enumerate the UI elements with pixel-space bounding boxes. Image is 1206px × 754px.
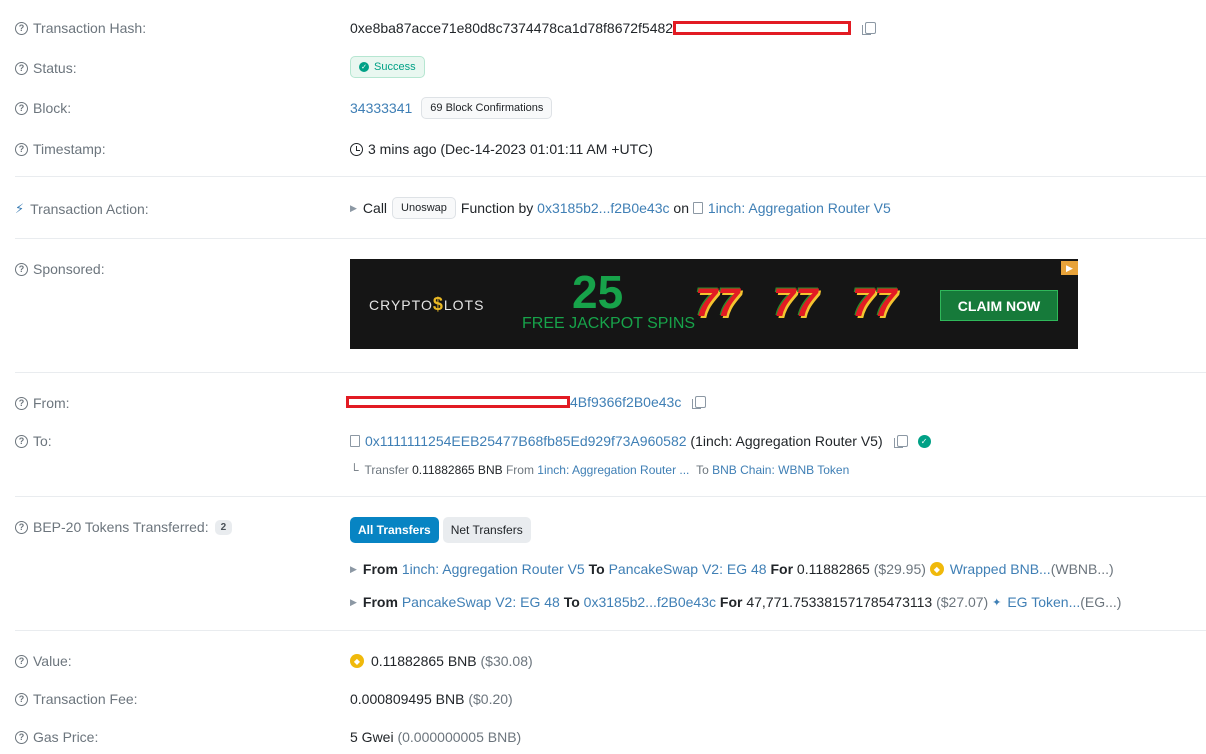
label-sponsored: ? Sponsored: xyxy=(15,261,105,277)
label-transaction-fee: ? Transaction Fee: xyxy=(15,691,138,707)
token-transfer-row: ▶ From PancakeSwap V2: EG 48 To 0x3185b2… xyxy=(350,594,1122,610)
token-to-link[interactable]: 0x3185b2...f2B0e43c xyxy=(584,594,716,610)
label-status: ? Status: xyxy=(15,60,77,76)
help-icon[interactable]: ? xyxy=(15,61,28,75)
contract-link[interactable]: 1inch: Aggregation Router V5 xyxy=(708,200,891,216)
token-name-link[interactable]: Wrapped BNB... xyxy=(950,561,1051,577)
block-value: 34333341 69 Block Confirmations xyxy=(350,97,553,119)
bnb-coin-icon: ◆ xyxy=(350,654,364,668)
help-icon[interactable]: ? xyxy=(15,21,28,35)
ad-seven-icon: 77 xyxy=(695,281,740,325)
to-value: 0x1111111254EEB25477B68fb85Ed929f73A9605… xyxy=(350,433,931,449)
caret-right-icon[interactable]: ▶ xyxy=(350,564,357,575)
divider xyxy=(15,372,1206,373)
tab-net-transfers[interactable]: Net Transfers xyxy=(442,517,531,543)
eg-token-icon: ✦ xyxy=(992,596,1002,609)
token-name-link[interactable]: EG Token... xyxy=(1007,594,1080,610)
to-address-link[interactable]: 0x1111111254EEB25477B68fb85Ed929f73A9605… xyxy=(365,433,687,449)
redaction-box xyxy=(673,21,852,35)
copy-icon[interactable] xyxy=(862,22,877,35)
check-circle-icon: ✓ xyxy=(359,62,369,72)
contract-file-icon xyxy=(350,435,360,447)
divider xyxy=(15,630,1206,631)
transfer-to-link[interactable]: BNB Chain: WBNB Token xyxy=(712,463,849,477)
internal-transfer: └ Transfer 0.11882865 BNB From 1inch: Ag… xyxy=(350,463,850,477)
claim-now-button[interactable]: CLAIM NOW xyxy=(940,290,1058,321)
transaction-hash-text: 0xe8ba87acce71e80d8c7374478ca1d78f8672f5… xyxy=(350,20,674,36)
block-confirmations-badge: 69 Block Confirmations xyxy=(421,97,553,119)
contract-file-icon xyxy=(692,202,703,214)
ad-logo: CRYPTO$LOTS xyxy=(369,294,485,314)
ad-seven-icon: 77 xyxy=(852,281,897,325)
from-address-link[interactable]: 4Bf9366f2B0e43c xyxy=(570,394,681,410)
block-number-link[interactable]: 34333341 xyxy=(350,100,412,116)
timestamp-value: 3 mins ago (Dec-14-2023 01:01:11 AM +UTC… xyxy=(350,141,653,157)
wbnb-token-icon: ◆ xyxy=(929,562,944,576)
to-name: (1inch: Aggregation Router V5) xyxy=(690,433,883,449)
divider xyxy=(15,176,1206,177)
timestamp-text: 3 mins ago (Dec-14-2023 01:01:11 AM +UTC… xyxy=(368,141,653,157)
help-icon[interactable]: ? xyxy=(15,262,28,276)
method-badge: Unoswap xyxy=(392,197,456,219)
label-gas-price: ? Gas Price: xyxy=(15,729,98,745)
copy-icon[interactable] xyxy=(893,435,908,448)
value-amount: ◆ 0.11882865 BNB ($30.08) xyxy=(350,653,533,669)
tokens-count-badge: 2 xyxy=(214,519,233,535)
gas-price-value: 5 Gwei (0.000000005 BNB) xyxy=(350,729,522,745)
transaction-hash-value: 0xe8ba87acce71e80d8c7374478ca1d78f8672f5… xyxy=(350,20,877,36)
ad-number: 25 xyxy=(572,266,624,318)
label-value: ? Value: xyxy=(15,653,72,669)
sponsored-banner[interactable]: CRYPTO$LOTS 25 FREE JACKPOT SPINS 77 77 … xyxy=(350,259,1078,349)
help-icon[interactable]: ? xyxy=(15,142,28,156)
help-icon[interactable]: ? xyxy=(15,101,28,115)
label-to: ? To: xyxy=(15,433,52,449)
ad-subtitle: FREE JACKPOT SPINS xyxy=(522,315,696,332)
help-icon[interactable]: ? xyxy=(15,730,28,744)
help-icon[interactable]: ? xyxy=(15,396,28,410)
label-from: ? From: xyxy=(15,395,70,411)
copy-icon[interactable] xyxy=(692,396,707,409)
help-icon[interactable]: ? xyxy=(15,520,28,534)
verified-check-icon: ✓ xyxy=(917,434,931,448)
help-icon[interactable]: ? xyxy=(15,654,28,668)
transfer-from-link[interactable]: 1inch: Aggregation Router ... xyxy=(537,463,689,477)
caret-right-icon[interactable]: ▶ xyxy=(350,203,357,214)
label-tokens-transferred: ? BEP-20 Tokens Transferred: 2 xyxy=(15,519,233,535)
lightning-icon: ⚡ xyxy=(15,201,25,216)
help-icon[interactable]: ? xyxy=(15,434,28,448)
token-transfer-tabs: All Transfers Net Transfers xyxy=(350,517,531,543)
token-from-link[interactable]: PancakeSwap V2: EG 48 xyxy=(402,594,560,610)
tab-all-transfers[interactable]: All Transfers xyxy=(350,517,439,543)
divider xyxy=(15,496,1206,497)
status-badge: ✓ Success xyxy=(350,56,425,78)
label-transaction-hash: ? Transaction Hash: xyxy=(15,20,146,36)
corner-arrow-icon: └ xyxy=(350,463,359,477)
transaction-fee-value: 0.000809495 BNB ($0.20) xyxy=(350,691,513,707)
token-transfer-row: ▶ From 1inch: Aggregation Router V5 To P… xyxy=(350,561,1114,577)
caret-right-icon[interactable]: ▶ xyxy=(350,597,357,608)
caller-address-link[interactable]: 0x3185b2...f2B0e43c xyxy=(537,200,669,216)
divider xyxy=(15,238,1206,239)
token-from-link[interactable]: 1inch: Aggregation Router V5 xyxy=(402,561,585,577)
label-transaction-action: ⚡ Transaction Action: xyxy=(15,201,149,217)
label-block: ? Block: xyxy=(15,100,71,116)
clock-icon xyxy=(350,142,363,156)
transaction-action-value: ▶ Call Unoswap Function by 0x3185b2...f2… xyxy=(350,197,891,219)
ad-seven-icon: 77 xyxy=(773,281,818,325)
from-value: 4Bf9366f2B0e43c xyxy=(346,394,707,410)
token-to-link[interactable]: PancakeSwap V2: EG 48 xyxy=(609,561,767,577)
redaction-box xyxy=(346,396,570,408)
label-timestamp: ? Timestamp: xyxy=(15,141,106,157)
status-value: ✓ Success xyxy=(350,56,425,78)
ad-close-icon[interactable]: ▶ xyxy=(1061,261,1078,275)
help-icon[interactable]: ? xyxy=(15,692,28,706)
